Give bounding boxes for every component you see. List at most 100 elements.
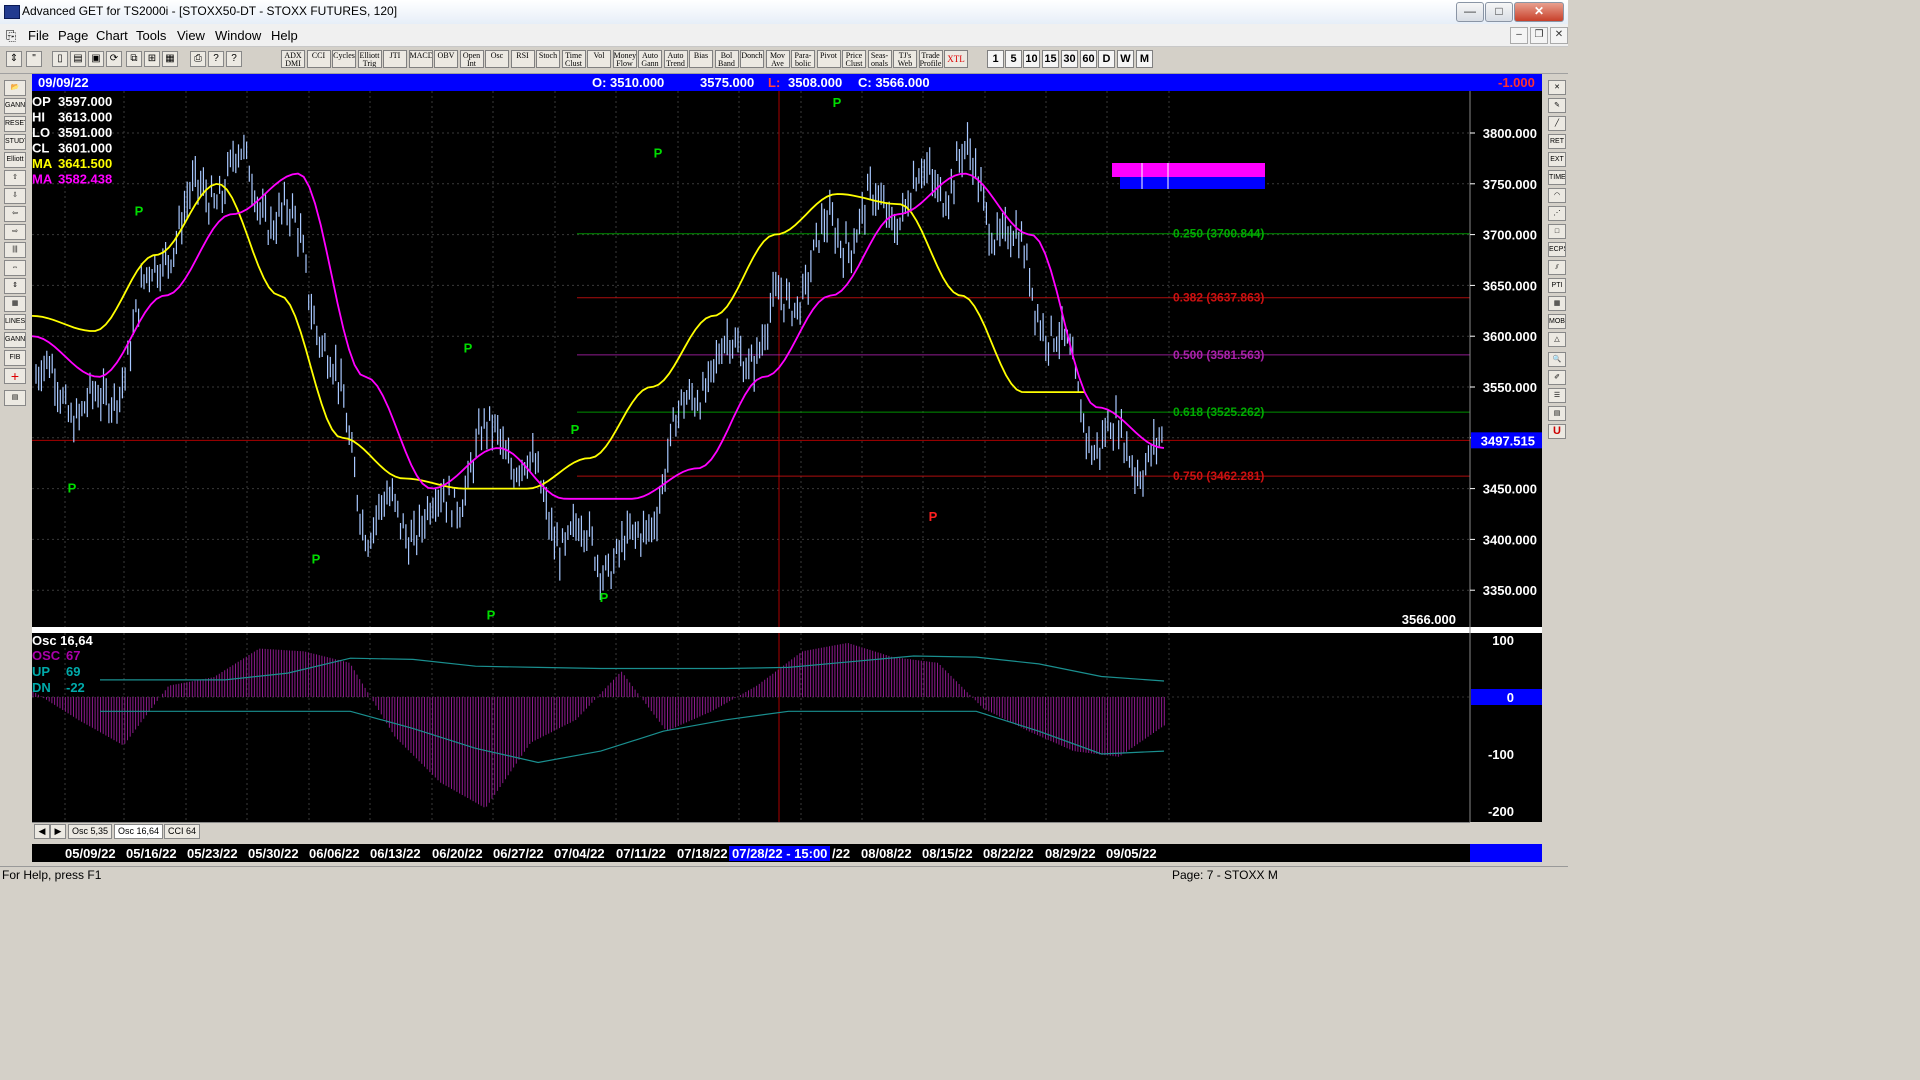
period-button[interactable]: 30 (1061, 50, 1078, 68)
indicator-button[interactable]: MACD (408, 50, 433, 68)
mdi-minimize-button[interactable]: – (1510, 27, 1528, 44)
gann-fan-icon[interactable]: GANN (4, 332, 26, 348)
elliott-icon[interactable]: Elliott (4, 152, 26, 168)
menu-chart[interactable]: Chart (96, 28, 128, 43)
bars-icon[interactable]: ||| (4, 242, 26, 258)
list-icon[interactable]: ☰ (1548, 388, 1566, 403)
period-button[interactable]: 1 (987, 50, 1004, 68)
arrow-left-icon[interactable]: ⇦ (4, 206, 26, 222)
menu-window[interactable]: Window (215, 28, 261, 43)
triangle-icon[interactable]: △ (1548, 332, 1566, 347)
period-button[interactable]: 15 (1042, 50, 1059, 68)
fib-time-icon[interactable]: TIME (1548, 170, 1566, 185)
menu-help[interactable]: Help (271, 28, 298, 43)
period-button[interactable]: 10 (1023, 50, 1040, 68)
indicator-button[interactable]: Para-bolic (791, 50, 815, 68)
print-icon[interactable]: ⎙ (190, 51, 206, 67)
gann-icon[interactable]: GANN (4, 98, 26, 114)
indicator-button[interactable]: Cycles (332, 50, 356, 68)
indicator-button[interactable]: Stoch (536, 50, 560, 68)
quote-icon[interactable]: " (26, 51, 42, 67)
tab-prev-icon[interactable]: ◀ (34, 824, 50, 839)
indicator-button[interactable]: Price Clust (842, 50, 866, 68)
lines-icon[interactable]: LINES (4, 314, 26, 330)
indicator-button[interactable]: Bol Band (714, 50, 739, 68)
indicator-button[interactable]: Money Flow (612, 50, 637, 68)
ellipse-icon[interactable]: ECPS (1548, 242, 1566, 257)
mdi-close-button[interactable]: ✕ (1550, 27, 1568, 44)
indicator-button[interactable]: Bias (689, 50, 713, 68)
indicator-button[interactable]: Seas-onals (867, 50, 892, 68)
layout-icon[interactable]: ▦ (162, 51, 178, 67)
tab-cci-64[interactable]: CCI 64 (164, 824, 201, 839)
clipboard-icon[interactable]: ▤ (4, 390, 26, 406)
pencil-icon[interactable]: ✎ (1548, 98, 1566, 113)
context-help-icon[interactable]: ? (226, 51, 242, 67)
indicator-button[interactable]: Auto Gann (638, 50, 662, 68)
indicator-button[interactable]: ADX DMI (281, 50, 305, 68)
close-button[interactable]: ✕ (1514, 2, 1564, 22)
period-button[interactable]: W (1117, 50, 1134, 68)
save-icon[interactable]: ▣ (88, 51, 104, 67)
line-icon[interactable]: ╱ (1548, 116, 1566, 131)
u-icon[interactable]: U (1548, 424, 1566, 439)
compress-icon[interactable]: ⇕ (4, 278, 26, 294)
mob-icon[interactable]: MOB (1548, 314, 1566, 329)
period-button[interactable]: D (1098, 50, 1115, 68)
period-button[interactable]: 5 (1005, 50, 1022, 68)
indicator-button[interactable]: RSI (510, 50, 535, 68)
maximize-button[interactable]: □ (1485, 2, 1513, 22)
open-folder-icon[interactable]: 📂 (4, 80, 26, 96)
indicator-button[interactable]: Trade Profile (918, 50, 943, 68)
arc-icon[interactable]: ◠ (1548, 188, 1566, 203)
cross-icon[interactable]: ✕ (1548, 80, 1566, 95)
menu-page[interactable]: Page (58, 28, 88, 43)
minimize-button[interactable]: — (1456, 2, 1484, 22)
tab-osc-5-35[interactable]: Osc 5,35 (68, 824, 113, 839)
indicator-button[interactable]: Elliott Trig (357, 50, 382, 68)
period-button[interactable]: 60 (1080, 50, 1097, 68)
crosshair-icon[interactable]: + (4, 368, 26, 384)
box-icon[interactable]: □ (1548, 224, 1566, 239)
indicator-button[interactable]: OBV (434, 50, 458, 68)
open-icon[interactable]: ▤ (70, 51, 86, 67)
help-icon[interactable]: ? (208, 51, 224, 67)
fib-ret-icon[interactable]: RET (1548, 134, 1566, 149)
study-icon[interactable]: STUDY (4, 134, 26, 150)
grid-icon[interactable]: ⊞ (144, 51, 160, 67)
tab-next-icon[interactable]: ▶ (50, 824, 66, 839)
indicator-button[interactable]: Open Int (459, 50, 484, 68)
zoom-icon[interactable]: ⇔ (4, 260, 26, 276)
table-icon[interactable]: ▦ (1548, 296, 1566, 311)
indicator-button[interactable]: TJ's Web (893, 50, 917, 68)
menu-view[interactable]: View (177, 28, 205, 43)
marker-icon[interactable]: ✐ (1548, 370, 1566, 385)
fan-icon[interactable]: ⋰ (1548, 206, 1566, 221)
refresh-icon[interactable]: ⟳ (106, 51, 122, 67)
fib-ext-icon[interactable]: EXT (1548, 152, 1566, 167)
mdi-restore-button[interactable]: ❐ (1530, 27, 1548, 44)
chart-canvas[interactable]: 0.250 (3700.844) 0.382 (3637.863) 0.500 (3… (32, 91, 1542, 822)
menu-tools[interactable]: Tools (136, 28, 166, 43)
grid-tool-icon[interactable]: ▦ (4, 296, 26, 312)
indicator-button[interactable]: XTL (944, 50, 968, 68)
indicator-button[interactable]: Osc (485, 50, 509, 68)
reset-icon[interactable]: RESET (4, 116, 26, 132)
new-icon[interactable]: ▯ (52, 51, 68, 67)
indicator-button[interactable]: CCI (306, 50, 331, 68)
note-icon[interactable]: ▤ (1548, 406, 1566, 421)
indicator-button[interactable]: Vol (587, 50, 611, 68)
arrow-up-icon[interactable]: ⇧ (4, 170, 26, 186)
magnifier-icon[interactable]: 🔍 (1548, 352, 1566, 367)
pti-icon[interactable]: PTI (1548, 278, 1566, 293)
channel-icon[interactable]: ⫽ (1548, 260, 1566, 275)
pointer-icon[interactable]: ⇕ (6, 51, 22, 67)
indicator-button[interactable]: Mov Ave (765, 50, 790, 68)
indicator-button[interactable]: Pivot (816, 50, 841, 68)
period-button[interactable]: M (1136, 50, 1153, 68)
indicator-button[interactable]: Auto Trend (663, 50, 688, 68)
copy-icon[interactable]: ⧉ (126, 51, 142, 67)
arrow-right-icon[interactable]: ⇨ (4, 224, 26, 240)
tab-osc-16-64[interactable]: Osc 16,64 (114, 824, 164, 839)
indicator-button[interactable]: Time Clust (561, 50, 586, 68)
